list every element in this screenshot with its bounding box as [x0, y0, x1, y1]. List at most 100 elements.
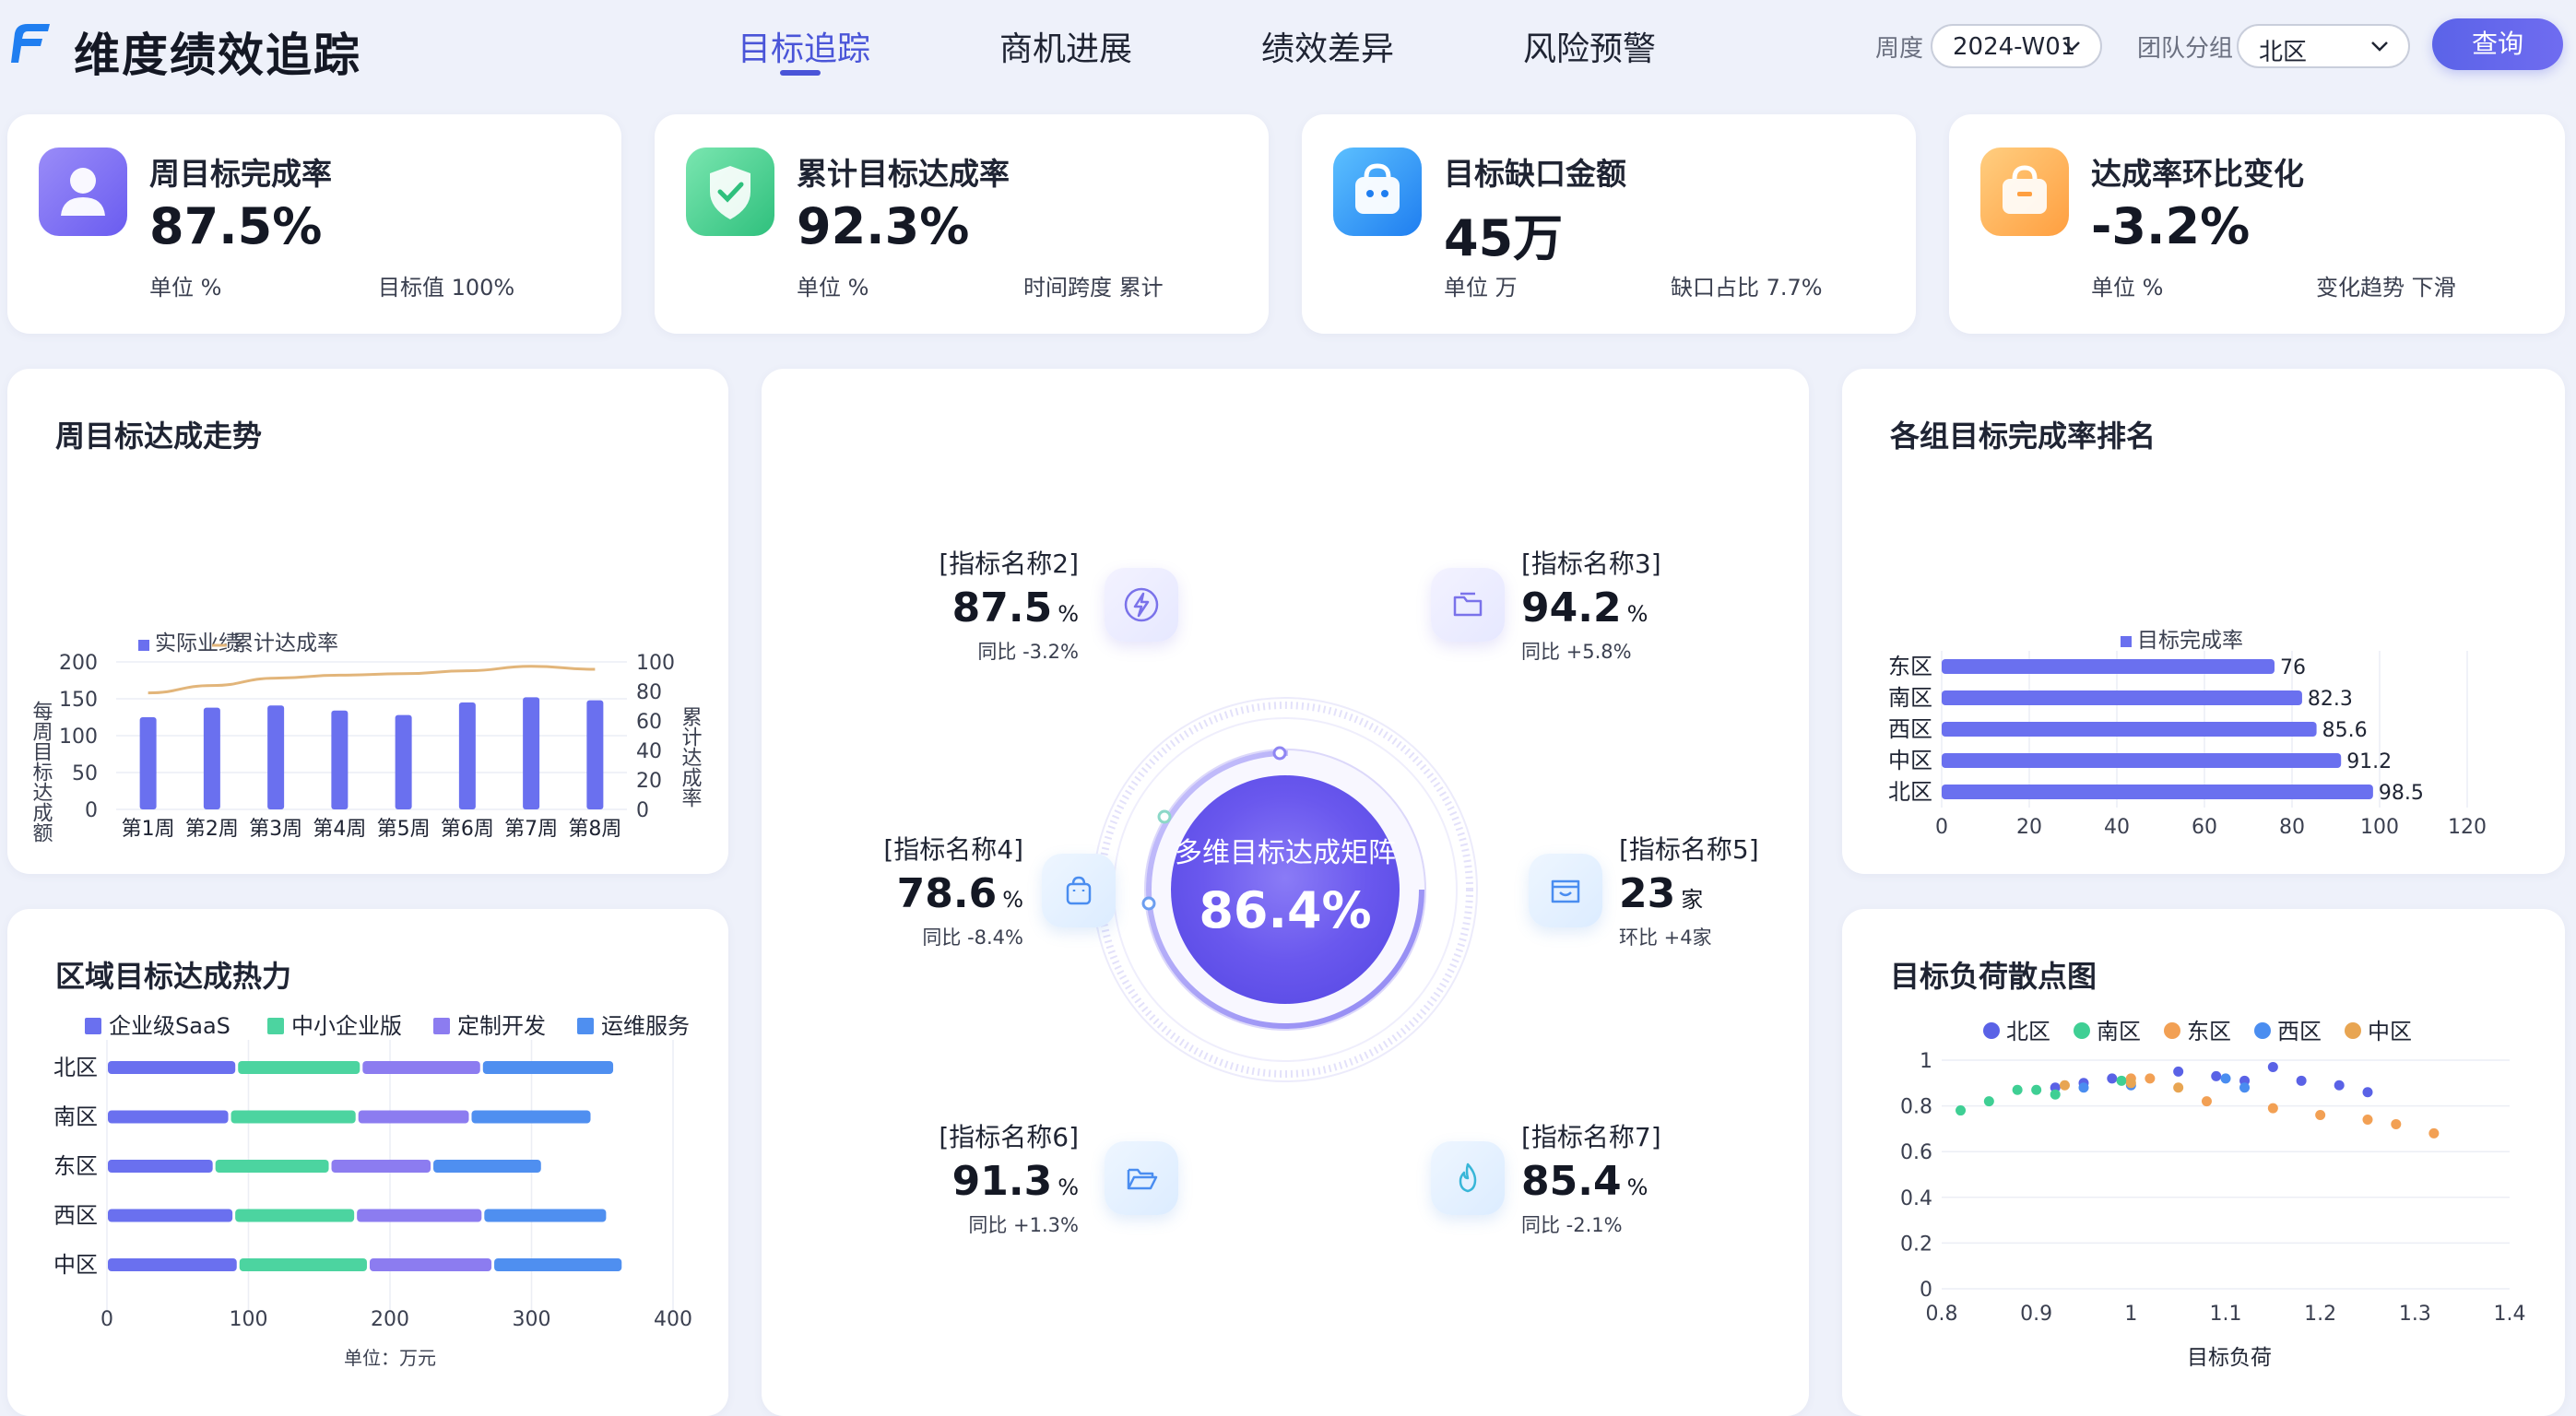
scatter-point	[2220, 1073, 2231, 1084]
stacked-bar-segment	[362, 1061, 480, 1074]
kpi-title: 累计目标达成率	[797, 156, 1010, 192]
legend-label: 中区	[2368, 1019, 2412, 1044]
legend-swatch	[433, 1018, 450, 1034]
x-tick-label: 第1周	[122, 818, 175, 841]
matrix-center-title: 多维目标达成矩阵	[1175, 837, 1396, 869]
metric-change: 同比 -3.2%	[977, 641, 1079, 663]
y-tick-label: 0	[1920, 1279, 1932, 1302]
legend-swatch	[577, 1018, 594, 1034]
bar	[331, 710, 349, 809]
kpi-unit: 单位 %	[149, 275, 222, 301]
stacked-bar-segment	[433, 1160, 541, 1173]
x-tick-label: 100	[230, 1308, 268, 1331]
lightning-icon	[1105, 568, 1178, 642]
scatter-point	[2315, 1110, 2326, 1121]
metric-value: 85.4	[1521, 1158, 1622, 1205]
matrix-panel: 多维目标达成矩阵 86.4% [指标名称2] 87.5% 同比 -3.2% [指…	[762, 369, 1809, 1416]
scatter-point	[1956, 1105, 1967, 1116]
bar	[1942, 753, 2342, 768]
y2-tick-label: 0	[636, 799, 649, 822]
ranking-chart: 目标完成率 0 20 40 60 80 100 120 东区 76 南区 82.3 西区 85.6 中区 91…	[1888, 629, 2487, 839]
scatter-point	[2267, 1103, 2278, 1114]
x-tick-label: 0.9	[2020, 1303, 2052, 1326]
y-tick-label: 西区	[1888, 716, 1932, 742]
metric-5: [指标名称5] 23 家 环比 +4家	[1619, 830, 1803, 950]
metric-change: 同比 +1.3%	[968, 1214, 1079, 1236]
y-tick-label: 50	[72, 762, 98, 785]
tab-opportunity-progress[interactable]: 商机进展	[999, 22, 1132, 70]
bar	[139, 717, 157, 809]
y-tick-label: 1	[1920, 1050, 1932, 1073]
kpi-value: 87.5%	[149, 197, 323, 255]
user-icon	[39, 148, 127, 236]
metric-unit: %	[1058, 601, 1079, 627]
kpi-value: 45万	[1444, 209, 1564, 267]
data-label: 76	[2280, 656, 2306, 679]
metric-name: [指标名称5]	[1619, 834, 1759, 865]
store-icon	[1529, 854, 1602, 927]
metric-value: 78.6	[896, 870, 998, 917]
y-tick-label: 0.8	[1900, 1096, 1932, 1119]
metric-name: [指标名称3]	[1521, 549, 1661, 579]
tab-risk-alert[interactable]: 风险预警	[1523, 22, 1656, 70]
y-tick-label: 100	[59, 726, 98, 749]
x-tick-label: 0	[1935, 816, 1948, 839]
legend-label: 运维服务	[601, 1013, 690, 1039]
bar	[267, 705, 285, 809]
kpi-value: -3.2%	[2091, 197, 2251, 255]
stacked-bar-segment	[238, 1061, 360, 1074]
y-tick-label: 北区	[1888, 779, 1932, 805]
flame-icon	[1431, 1141, 1505, 1215]
metric-change: 环比 +4家	[1619, 926, 1712, 949]
x-tick-label: 第2周	[185, 818, 239, 841]
kpi-title: 目标缺口金额	[1444, 156, 1626, 192]
stacked-bar-segment	[484, 1209, 607, 1222]
scatter-point	[2362, 1087, 2373, 1098]
y2-tick-label: 100	[636, 652, 675, 675]
stacked-bar-segment	[494, 1258, 622, 1271]
stacked-bar-segment	[108, 1258, 237, 1271]
bar	[1942, 690, 2302, 705]
kpi-title: 周目标完成率	[149, 156, 332, 192]
scatter-point	[1983, 1096, 1994, 1107]
y-tick-label: 0.6	[1900, 1141, 1932, 1164]
stacked-bar-segment	[108, 1160, 213, 1173]
metric-change: 同比 -2.1%	[1521, 1214, 1623, 1236]
legend-swatch	[2074, 1022, 2090, 1039]
kpi-card-target-gap: 目标缺口金额 45万 单位 万 缺口占比 7.7%	[1302, 114, 1916, 334]
series-line	[148, 665, 596, 695]
y-tick-label: 南区	[1888, 685, 1932, 711]
bar	[395, 714, 412, 809]
bag-icon	[1980, 148, 2069, 236]
kpi-extra: 目标值 100%	[378, 275, 515, 301]
stacked-bar-segment	[230, 1110, 356, 1124]
bar	[1942, 722, 2317, 737]
tab-performance-variance[interactable]: 绩效差异	[1261, 22, 1394, 70]
scatter-point	[2267, 1061, 2278, 1072]
team-select[interactable]: 北区	[2237, 24, 2410, 68]
bar	[1942, 785, 2373, 799]
x-tick-label: 第8周	[568, 818, 621, 841]
kpi-card-cumulative-achievement: 累计目标达成率 92.3% 单位 % 时间跨度 累计	[655, 114, 1269, 334]
week-select[interactable]: 2024-W01	[1931, 24, 2102, 68]
y-tick-label: 中区	[1888, 748, 1932, 773]
x-tick-label: 300	[513, 1308, 551, 1331]
x-tick-label: 100	[2360, 816, 2399, 839]
kpi-unit: 单位 万	[1444, 275, 1518, 301]
stacked-bar-segment	[369, 1258, 492, 1271]
weekly-trend-panel: 周目标达成走势 实际业绩 累计达成率 0 50 100 150 200 0 20 40 60 80 10…	[7, 369, 728, 874]
data-label: 85.6	[2322, 719, 2368, 742]
team-filter-label: 团队分组	[2137, 35, 2234, 63]
y-tick-label: 东区	[1888, 654, 1932, 679]
matrix-center-value: 86.4%	[1199, 881, 1372, 939]
tab-target-tracking[interactable]: 目标追踪	[738, 22, 870, 70]
scatter-point	[2125, 1078, 2136, 1089]
bar	[586, 700, 604, 809]
metric-name: [指标名称4]	[883, 834, 1023, 865]
query-button[interactable]: 查询	[2432, 18, 2563, 70]
kpi-extra: 时间跨度 累计	[1023, 275, 1164, 301]
metric-value: 94.2	[1521, 584, 1622, 631]
y-tick-label: 0.2	[1900, 1233, 1932, 1256]
x-tick-label: 第6周	[441, 818, 494, 841]
stacked-bar-segment	[239, 1258, 367, 1271]
